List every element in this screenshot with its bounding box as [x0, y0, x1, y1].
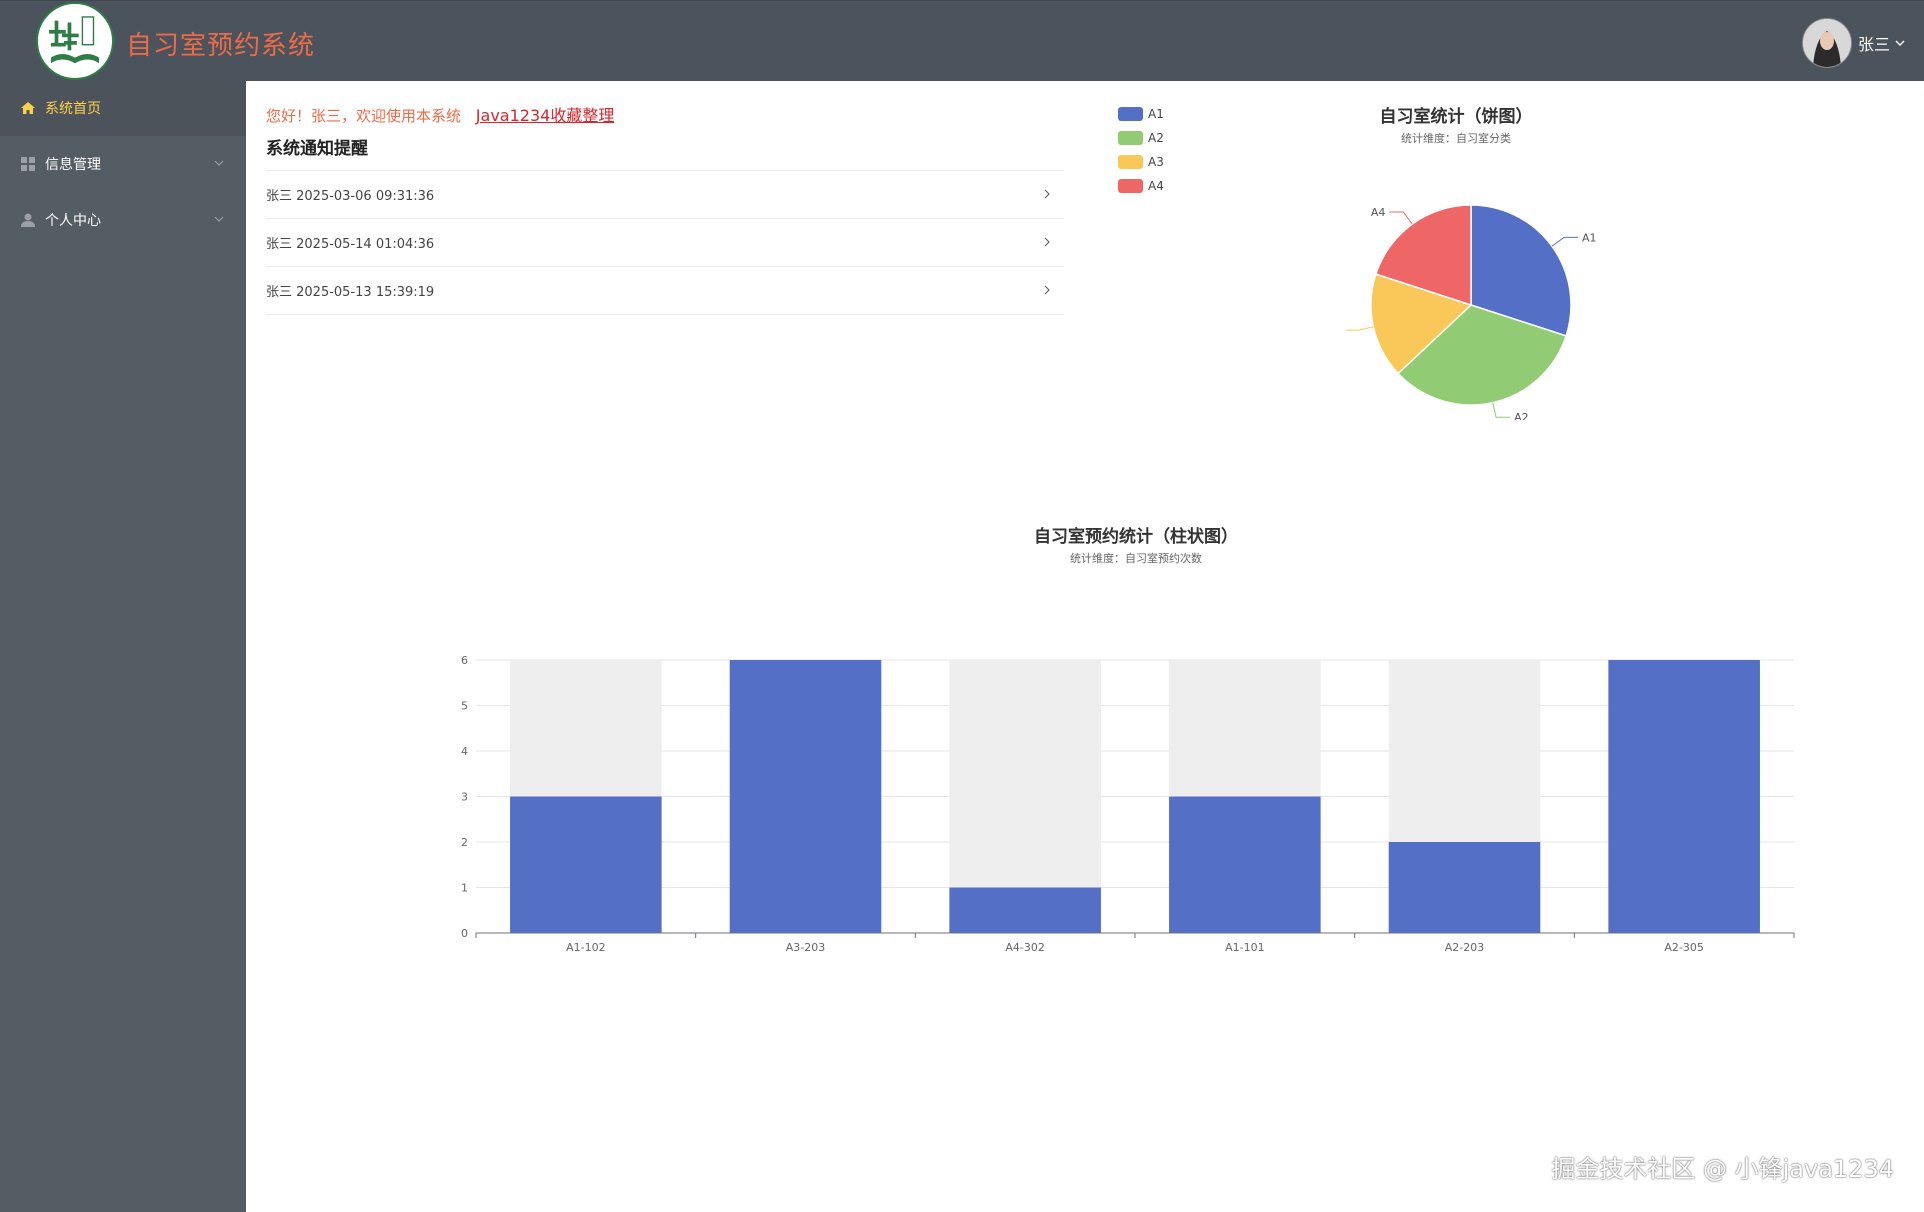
notice-item[interactable]: 张三 2025-05-13 15:39:19 — [266, 267, 1064, 315]
user-icon — [21, 213, 35, 227]
pie-label: A1 — [1582, 231, 1596, 244]
pie-chart-title: 自习室统计（饼图） — [1379, 107, 1533, 127]
sidebar-item-label: 个人中心 — [45, 213, 101, 229]
legend-item-a3[interactable]: A3 — [1118, 150, 1164, 174]
bar-a1-102[interactable] — [510, 796, 662, 934]
pie-label-line — [1492, 402, 1511, 418]
avatar[interactable] — [1801, 18, 1852, 68]
notice-item-text: 张三 2025-05-14 01:04:36 — [266, 237, 435, 252]
watermark: 掘金技术社区 @ 小锋java1234 — [1551, 1155, 1894, 1183]
legend-swatch — [1118, 155, 1143, 169]
y-tick-label: 3 — [461, 791, 468, 804]
legend-swatch — [1118, 179, 1143, 193]
bar-a2-203[interactable] — [1388, 842, 1541, 933]
main-content: 您好！张三，欢迎使用本系统 Java1234收藏整理 系统通知提醒 张三 202… — [246, 80, 1924, 1212]
legend-swatch — [1118, 107, 1143, 121]
chevron-down-icon — [214, 216, 224, 222]
user-name[interactable]: 张三 — [1858, 31, 1890, 55]
user-menu[interactable]: 张三 — [1801, 18, 1906, 68]
pie-label-line — [1389, 211, 1413, 225]
sidebar-item-label: 信息管理 — [45, 157, 101, 173]
sidebar-item-personal-center[interactable]: 个人中心 — [0, 192, 246, 248]
sidebar-item-label: 系统首页 — [45, 101, 101, 117]
y-tick-label: 1 — [461, 882, 468, 895]
legend-item-a1[interactable]: A1 — [1118, 102, 1164, 126]
chevron-right-icon — [1044, 189, 1050, 199]
chevron-right-icon — [1044, 285, 1050, 295]
chevron-down-icon[interactable] — [1894, 37, 1906, 49]
chevron-right-icon — [1044, 237, 1050, 247]
pie-chart-subtitle: 统计维度：自习室分类 — [1401, 132, 1511, 145]
legend-item-a4[interactable]: A4 — [1118, 174, 1164, 198]
pie-label-line — [1551, 236, 1579, 247]
legend-label: A1 — [1148, 107, 1164, 121]
chevron-down-icon — [214, 160, 224, 166]
x-tick-label: A4-302 — [1005, 941, 1045, 954]
bar-chart: 0 1 2 3 4 5 6 A1-102 A3-203 A4-302 A1-101 A2-203 A2-… — [461, 654, 1795, 954]
home-icon — [21, 102, 35, 114]
pie-label-line — [1346, 326, 1374, 331]
bar-a4-302[interactable] — [949, 887, 1101, 934]
y-tick-label: 0 — [461, 927, 468, 940]
sidebar-item-info-management[interactable]: 信息管理 — [0, 136, 246, 192]
java1234-link[interactable]: Java1234收藏整理 — [476, 106, 615, 125]
y-tick-label: 6 — [461, 654, 468, 667]
y-tick-label: 2 — [461, 836, 468, 849]
notice-item-text: 张三 2025-05-13 15:39:19 — [266, 285, 435, 300]
x-tick-label: A1-102 — [566, 941, 606, 954]
notice-list: 张三 2025-03-06 09:31:36 张三 2025-05-14 01:… — [266, 170, 1064, 315]
pie-legend: A1 A2 A3 A4 — [1118, 102, 1164, 198]
x-tick-label: A3-203 — [786, 941, 826, 954]
notice-section-title: 系统通知提醒 — [266, 139, 368, 159]
bar-chart-title: 自习室预约统计（柱状图） — [1034, 527, 1238, 547]
grid-icon — [21, 157, 35, 171]
bar-a1-101[interactable] — [1169, 796, 1321, 934]
notice-item[interactable]: 张三 2025-05-14 01:04:36 — [266, 219, 1064, 267]
y-tick-label: 5 — [461, 700, 468, 713]
x-tick-label: A2-203 — [1445, 941, 1485, 954]
app-title: 自习室预约系统 — [126, 31, 316, 61]
sidebar: 系统首页 信息管理 个人中心 — [0, 80, 246, 1212]
welcome-message: 您好！张三，欢迎使用本系统 Java1234收藏整理 — [266, 102, 614, 126]
bar-a3-203[interactable] — [729, 660, 882, 933]
notice-item[interactable]: 张三 2025-03-06 09:31:36 — [266, 171, 1064, 219]
legend-item-a2[interactable]: A2 — [1118, 126, 1164, 150]
top-header: 自习室预约系统 张三 — [0, 0, 1924, 81]
legend-swatch — [1118, 131, 1143, 145]
logo — [36, 2, 114, 80]
notice-item-text: 张三 2025-03-06 09:31:36 — [266, 189, 435, 204]
pie-label: A4 — [1371, 206, 1386, 219]
pie-chart: A1A2A3A4 — [1346, 204, 1596, 420]
bar-a2-305[interactable] — [1608, 660, 1760, 933]
legend-label: A3 — [1148, 155, 1164, 169]
legend-label: A4 — [1148, 179, 1164, 193]
welcome-text: 您好！张三，欢迎使用本系统 — [266, 107, 462, 125]
y-tick-label: 4 — [461, 745, 468, 758]
legend-label: A2 — [1148, 131, 1164, 145]
pie-label: A2 — [1514, 411, 1529, 420]
x-tick-label: A1-101 — [1225, 941, 1265, 954]
x-tick-label: A2-305 — [1664, 941, 1704, 954]
sidebar-item-home[interactable]: 系统首页 — [0, 80, 246, 136]
